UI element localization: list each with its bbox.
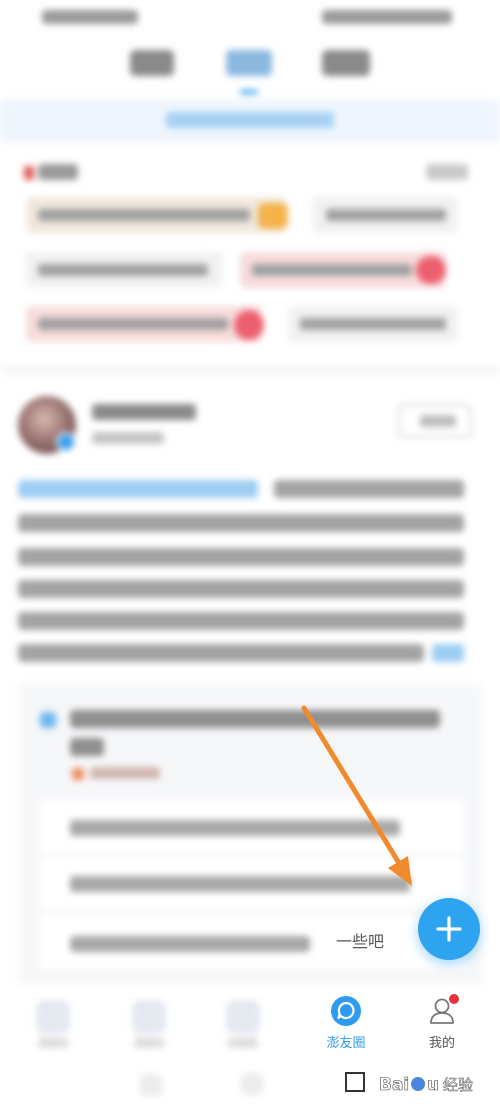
comment-text [70,820,400,836]
post-text-line [274,480,464,498]
hot-icon [24,166,34,180]
post-text-line [18,580,464,598]
pill-text [300,318,446,330]
nav-circle[interactable]: 澎友圈 [320,994,372,1054]
notification-dot [449,994,459,1004]
nav-home-icon[interactable] [36,1000,70,1034]
pill-text [326,209,446,221]
pill-text [38,209,250,221]
card-meta-icon [72,768,84,780]
status-bar-time [42,10,138,24]
baidu-watermark: Bai u 经验 [375,1065,500,1101]
expand-link[interactable] [432,644,464,662]
pill-text [38,264,208,276]
svg-text:Bai: Bai [379,1075,409,1095]
nav-circle-label: 澎友圈 [326,1036,366,1051]
nav-label [38,1038,68,1048]
post-author[interactable] [92,404,196,420]
watermark-logo: Bai u 经验 [379,1075,474,1096]
nav-me[interactable]: 我的 [416,994,468,1054]
nav-news-icon[interactable] [226,1000,260,1034]
nav-me-label: 我的 [428,1036,455,1051]
comment-tail-text: 一些吧 [336,932,385,951]
top-tabs [0,40,500,90]
hot-section-title [38,164,78,180]
hot-badge [234,310,264,340]
chat-bubble-icon [331,996,361,1026]
pill-text [38,318,228,330]
post-text-line [18,548,464,566]
recent-apps-button[interactable] [345,1072,365,1092]
comment-text [70,876,410,892]
post-time [92,432,164,444]
card-icon [40,712,56,728]
hot-badge [258,203,288,229]
notice-text [166,112,334,128]
home-icon[interactable] [240,1072,264,1096]
post-text-line [18,644,424,662]
card-title [70,710,440,728]
comment-item[interactable] [40,800,464,854]
comment-item[interactable] [40,856,464,910]
tab-right[interactable] [322,50,370,76]
back-icon[interactable] [140,1074,162,1096]
tab-left[interactable] [130,50,174,76]
post-text-line [18,612,464,630]
hot-badge [416,256,446,284]
card-title [70,738,104,756]
nav-video-icon[interactable] [132,1000,166,1034]
user-icon [430,994,459,1024]
post-topic-link[interactable] [18,480,258,498]
svg-text:u: u [427,1075,439,1095]
plus-icon [436,916,462,942]
verified-badge [56,432,76,452]
tab-indicator [240,90,258,94]
card-meta [90,767,160,779]
comment-item[interactable] [40,914,464,972]
tab-active[interactable] [226,50,272,76]
section-divider [0,366,500,374]
follow-button-label [420,415,456,427]
pill-text [252,264,412,276]
compose-fab-button[interactable] [418,898,480,960]
status-bar-indicators [322,10,452,24]
hot-more-link[interactable] [426,164,468,180]
post-text-line [18,514,464,532]
svg-text:经验: 经验 [443,1076,473,1094]
nav-label [228,1038,258,1048]
comment-text [70,936,310,952]
nav-label [134,1038,164,1048]
